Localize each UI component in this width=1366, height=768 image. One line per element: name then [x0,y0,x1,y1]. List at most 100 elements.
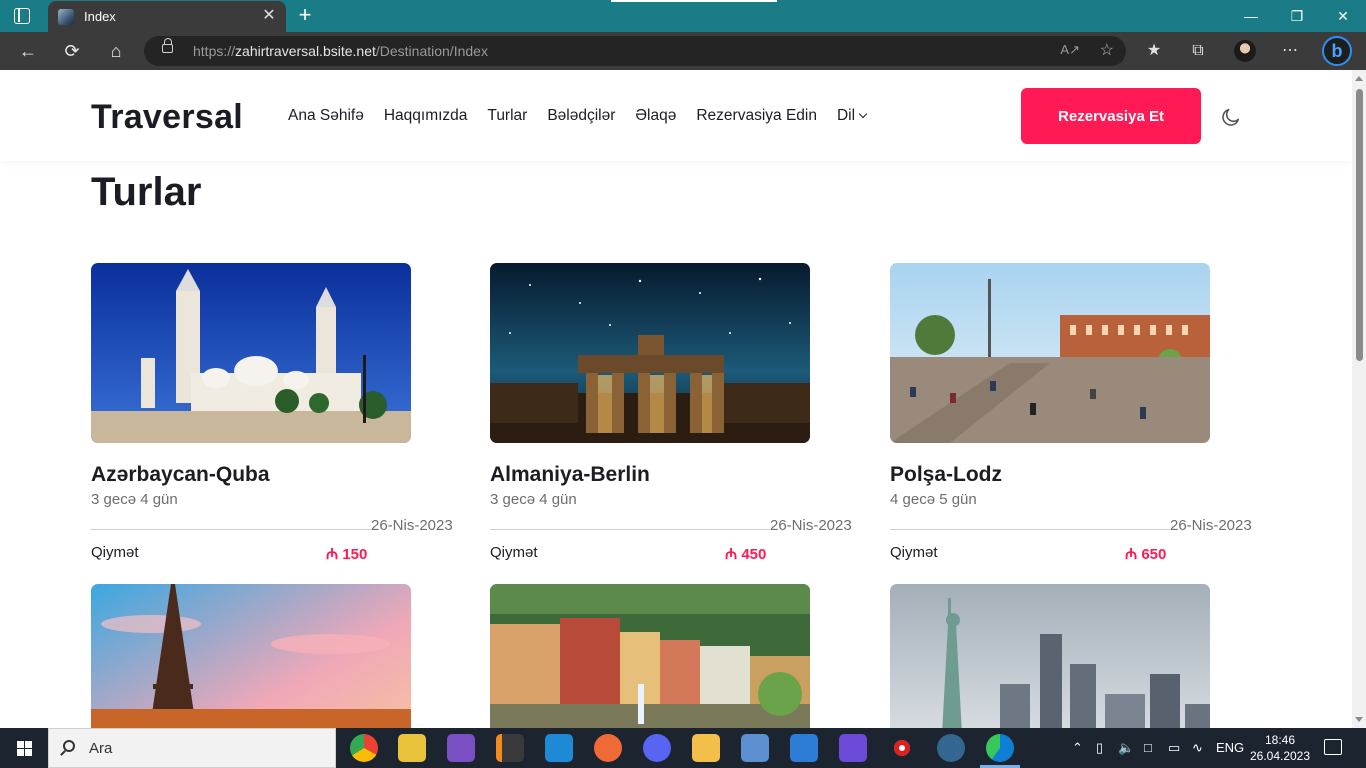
postman-icon[interactable] [594,734,622,762]
notification-icon[interactable] [1324,739,1342,755]
favorites-icon[interactable]: ★ [1141,39,1167,63]
app-icon[interactable] [839,734,867,762]
tour-card[interactable]: Almaniya-Berlin 3 gecə 4 gün 26-Nis-2023… [490,263,862,563]
tour-image-newyork[interactable] [890,584,1210,728]
mail-icon[interactable] [790,734,818,762]
bing-chat-icon[interactable]: b [1322,36,1352,66]
tour-date: 26-Nis-2023 [371,517,453,534]
new-tab-button[interactable]: + [292,3,318,29]
page-title: Turlar [91,170,202,214]
more-menu-icon[interactable]: ⋯ [1277,39,1303,63]
nav-about[interactable]: Haqqımızda [384,107,468,125]
tour-name[interactable]: Polşa-Lodz [890,463,1262,487]
system-clock[interactable]: 18:46 26.04.2023 [1248,732,1312,764]
tour-image-town[interactable] [490,584,810,728]
window-close-button[interactable]: ✕ [1320,0,1366,32]
tour-name[interactable]: Azərbaycan-Quba [91,463,463,487]
divider [890,529,1170,530]
tour-price-value: 450 [741,546,767,563]
tour-price: ₼ 150 [326,544,367,564]
taskbar: Ara ⌃ ▯ 🔈 □ ▭ ∿ ENG 18:46 26.04.2023 [0,728,1366,768]
chrome-icon[interactable] [350,734,378,762]
minimize-button[interactable]: — [1228,0,1274,32]
start-button[interactable] [0,728,48,768]
vscode-icon[interactable] [545,734,573,762]
tour-image-quba[interactable] [91,263,411,443]
taskbar-search[interactable]: Ara [48,728,336,768]
tour-duration: 3 gecə 4 gün [490,491,577,508]
sublime-text-icon[interactable] [496,734,524,762]
nav-home[interactable]: Ana Səhifə [288,107,364,125]
site-logo[interactable]: Traversal [91,98,243,137]
visual-studio-icon[interactable] [447,734,475,762]
page-scrollbar[interactable] [1352,70,1366,728]
browser-tab[interactable]: Index ✕ [48,1,286,32]
remote-desktop-icon[interactable] [741,734,769,762]
tour-image-paris[interactable] [91,584,411,728]
tab-actions-icon[interactable] [14,8,30,24]
tour-card[interactable] [890,584,1262,728]
nav-tours[interactable]: Turlar [487,107,527,125]
tour-card[interactable] [490,584,862,728]
add-favorite-icon[interactable]: ☆ [1100,40,1114,60]
browser-toolbar: ← ⟳ ⌂ https://zahirtraversal.bsite.net/D… [0,32,1366,70]
tab-close-icon[interactable]: ✕ [260,6,278,26]
tour-date: 26-Nis-2023 [770,517,852,534]
price-label: Qiymət [490,544,538,561]
moon-icon[interactable] [1220,106,1242,128]
nav-guides[interactable]: Bələdçilər [547,107,615,125]
language-indicator[interactable]: ENG [1216,740,1244,755]
price-label: Qiymət [890,544,938,561]
tour-price: ₼ 650 [1125,544,1166,564]
snipping-tool-icon[interactable] [398,734,426,762]
address-bar[interactable]: https://zahirtraversal.bsite.net/Destina… [144,36,1126,66]
wifi-icon[interactable]: ∿ [1192,740,1203,756]
camera-icon[interactable]: □ [1144,740,1152,755]
battery-icon[interactable]: ▭ [1168,740,1180,756]
read-aloud-icon[interactable]: A↗ [1060,42,1080,58]
refresh-icon[interactable]: ⟳ [57,37,87,65]
profile-avatar[interactable] [1234,40,1256,62]
file-explorer-icon[interactable] [692,734,720,762]
tour-image-berlin[interactable] [490,263,810,443]
tray-overflow-icon[interactable]: ⌃ [1072,740,1083,756]
discord-icon[interactable] [643,734,671,762]
scrollbar-thumb[interactable] [1356,89,1363,361]
nav-language-label: Dil [836,107,856,124]
usb-icon[interactable]: ▯ [1096,740,1103,756]
tour-price-value: 150 [342,546,368,563]
maximize-button[interactable]: ❐ [1274,0,1320,32]
main-nav: Ana Səhifə Haqqımızda Turlar Bələdçilər … [288,107,868,125]
scroll-down-icon[interactable] [1355,717,1363,722]
clock-date: 26.04.2023 [1249,749,1311,763]
tour-card[interactable] [91,584,463,728]
tour-card[interactable]: Polşa-Lodz 4 gecə 5 gün 26-Nis-2023 Qiym… [890,263,1262,563]
record-icon[interactable] [888,734,916,762]
tour-name[interactable]: Almaniya-Berlin [490,463,862,487]
back-arrow-icon[interactable]: ← [13,37,43,65]
web-page: Traversal Ana Səhifə Haqqımızda Turlar B… [0,70,1352,728]
tour-price-value: 650 [1141,546,1167,563]
collections-icon[interactable]: ⧉ [1185,39,1211,63]
nav-language-dropdown[interactable]: Dil [836,107,868,125]
tour-image-lodz[interactable] [890,263,1210,443]
home-icon[interactable]: ⌂ [101,37,131,65]
site-header: Traversal Ana Səhifə Haqqımızda Turlar B… [0,70,1352,161]
divider [91,529,371,530]
chevron-down-icon [858,109,868,119]
lock-icon[interactable] [162,38,173,53]
volume-icon[interactable]: 🔈 [1118,740,1134,756]
tour-card[interactable]: Azərbaycan-Quba 3 gecə 4 gün 26-Nis-2023… [91,263,463,563]
edge-icon[interactable] [980,734,1020,768]
postgresql-icon[interactable] [937,734,965,762]
divider [490,529,770,530]
scroll-up-icon[interactable] [1355,76,1363,81]
manat-icon: ₼ [725,546,738,563]
nav-booking[interactable]: Rezervasiya Edin [696,107,817,125]
nav-contact[interactable]: Əlaqə [635,107,676,125]
price-label: Qiymət [91,544,139,561]
reserve-button[interactable]: Rezervasiya Et [1021,88,1201,144]
search-icon [63,740,75,752]
site-favicon-icon [58,9,74,25]
tab-title: Index [84,9,116,24]
